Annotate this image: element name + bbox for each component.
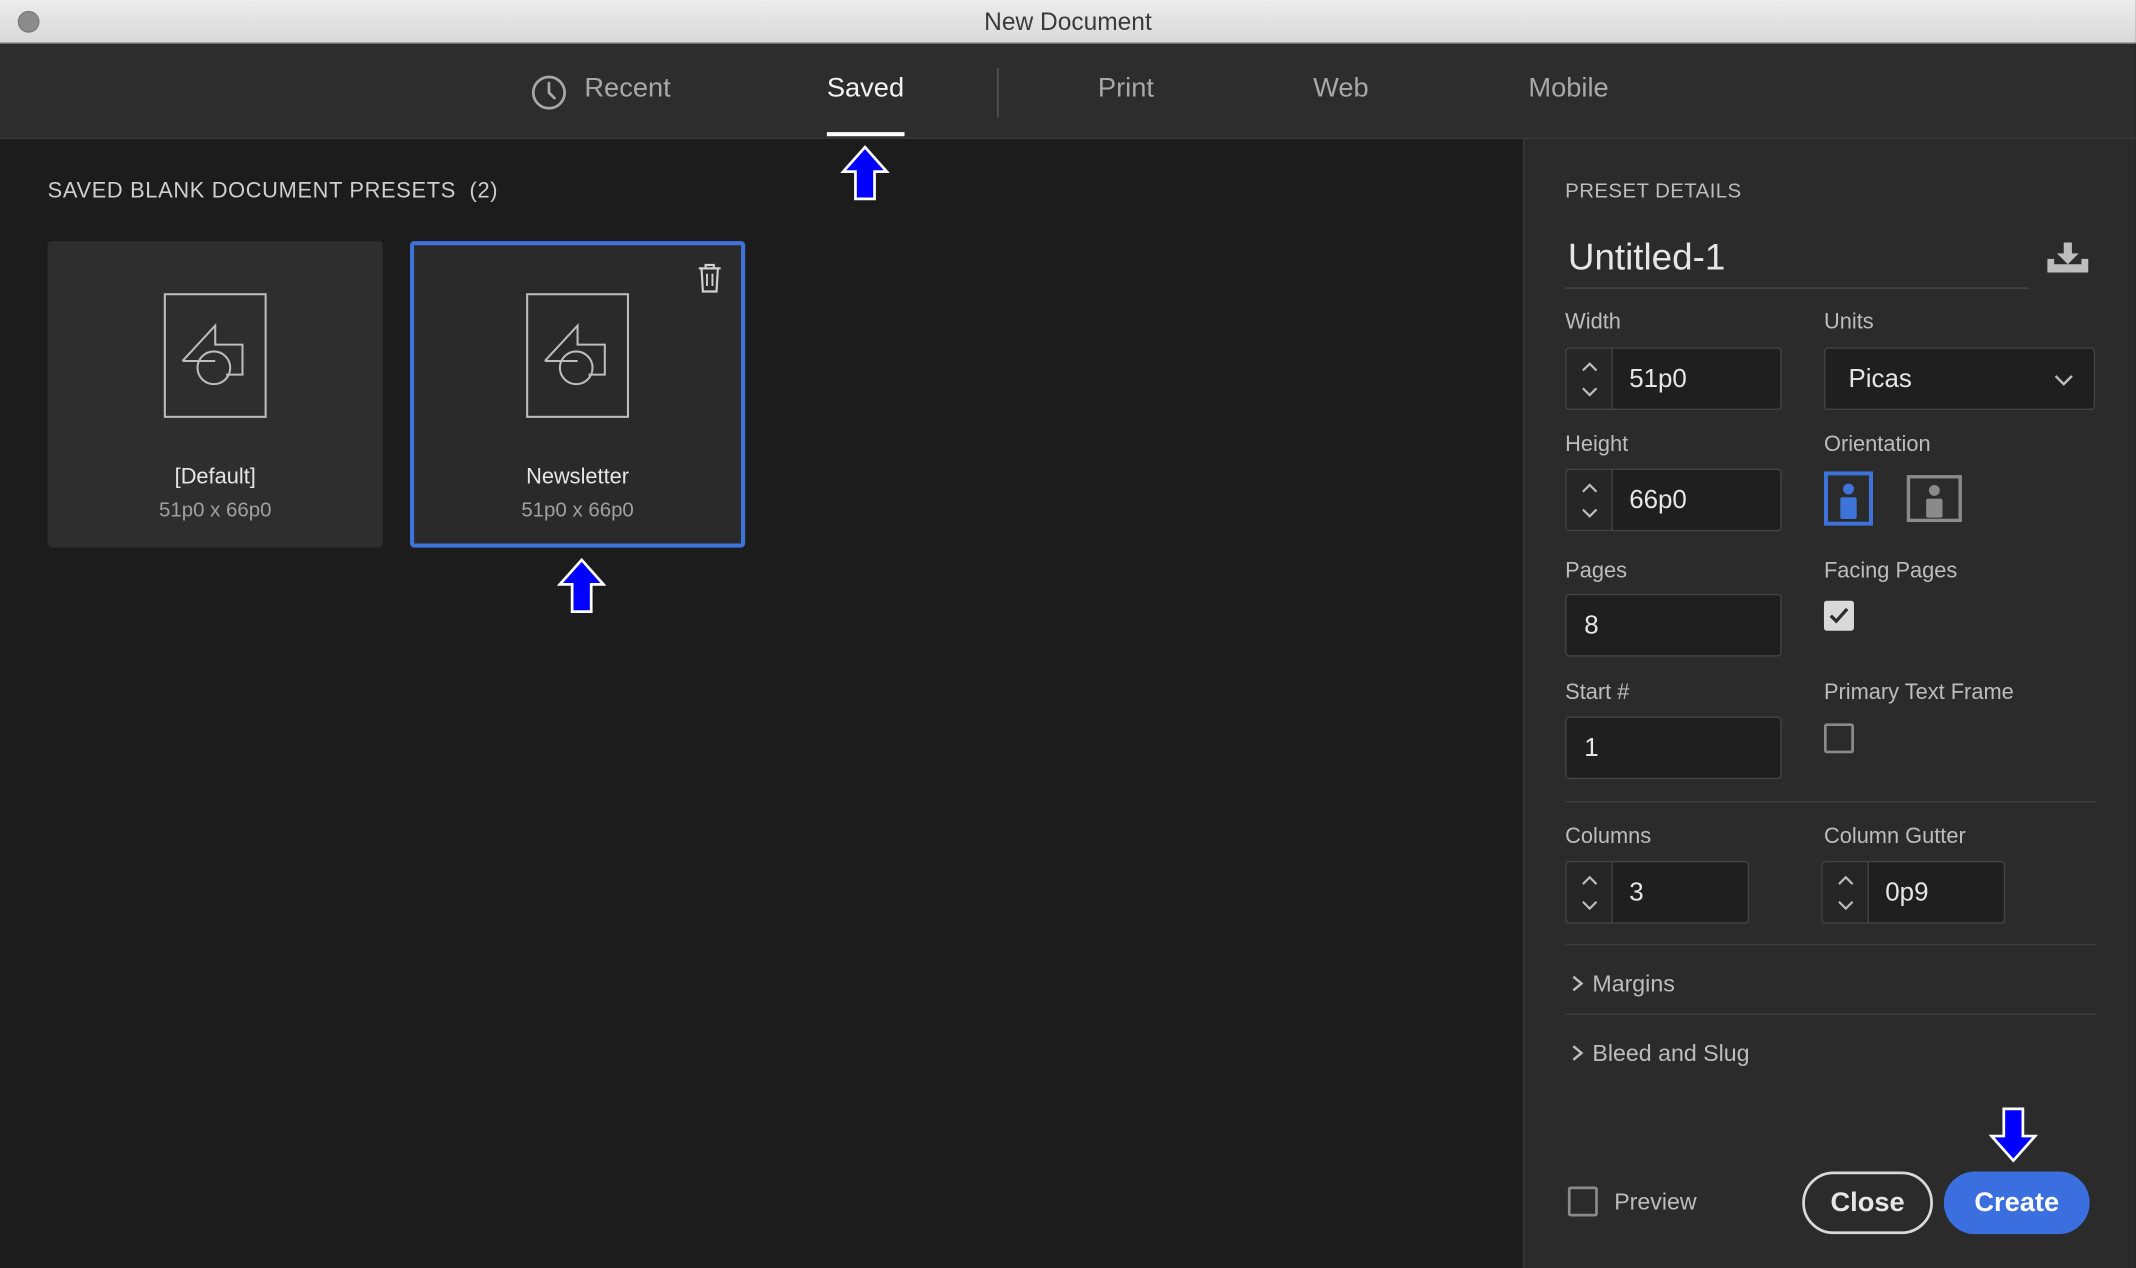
portrait-orientation-icon[interactable] (1823, 471, 1874, 526)
width-field[interactable]: 51p0 (1611, 347, 1782, 411)
width-value: 51p0 (1629, 365, 1687, 394)
units-value: Picas (1848, 365, 1912, 394)
columns-value: 3 (1629, 878, 1644, 908)
annotation-up-arrow-icon (557, 557, 607, 613)
pages-field[interactable]: 8 (1565, 593, 1782, 657)
start-page-field[interactable]: 1 (1565, 716, 1782, 780)
close-button[interactable]: Close (1802, 1171, 1933, 1235)
columns-label: Columns (1565, 825, 1652, 849)
window-title: New Document (984, 8, 1152, 36)
chevron-down-icon (2054, 375, 2073, 386)
checkmark-icon (1829, 607, 1849, 624)
chevron-down-icon[interactable] (1580, 899, 1599, 913)
preset-size: 51p0 x 66p0 (158, 498, 272, 522)
tab-web[interactable]: Web (1313, 74, 1369, 137)
chevron-up-icon[interactable] (1580, 481, 1599, 495)
margins-label: Margins (1592, 971, 1675, 998)
margins-expander[interactable]: Margins (1571, 971, 1675, 998)
height-stepper (1565, 468, 1612, 532)
chevron-up-icon[interactable] (1580, 873, 1599, 887)
facing-pages-label: Facing Pages (1823, 559, 1958, 584)
divider (1565, 1013, 2097, 1015)
columns-stepper (1565, 860, 1612, 924)
landscape-orientation-icon[interactable] (1906, 471, 1963, 525)
height-value: 66p0 (1629, 486, 1687, 515)
chevron-down-icon[interactable] (1836, 899, 1855, 913)
columns-field[interactable]: 3 (1611, 860, 1750, 924)
start-value: 1 (1584, 734, 1599, 763)
start-label: Start # (1565, 681, 1630, 705)
tab-bar: Recent Saved Print Web Mobile (0, 43, 2136, 139)
annotation-up-arrow-icon (840, 145, 890, 201)
column-gutter-field[interactable]: 0p9 (1867, 860, 2006, 924)
clock-icon (531, 75, 566, 110)
width-label: Width (1565, 310, 1621, 334)
height-label: Height (1565, 433, 1629, 457)
height-field[interactable]: 66p0 (1611, 468, 1782, 532)
preset-details-title: PRESET DETAILS (1565, 179, 1742, 203)
preset-name: [Default] (174, 465, 256, 490)
orientation-label: Orientation (1823, 433, 1931, 457)
primary-text-frame-checkbox[interactable] (1823, 723, 1854, 754)
column-gutter-stepper (1821, 860, 1868, 924)
preset-card-newsletter[interactable]: Newsletter 51p0 x 66p0 (410, 241, 746, 548)
preset-details-panel: PRESET DETAILS Width Units 51p0 Picas He… (1522, 138, 2136, 1268)
primary-text-frame-label: Primary Text Frame (1823, 681, 2014, 705)
bleed-slug-expander[interactable]: Bleed and Slug (1571, 1041, 1750, 1068)
create-button[interactable]: Create (1943, 1171, 2090, 1235)
presets-title-text: SAVED BLANK DOCUMENT PRESETS (47, 179, 456, 203)
tab-saved[interactable]: Saved (826, 74, 904, 137)
bleed-slug-label: Bleed and Slug (1592, 1040, 1750, 1067)
presets-section-title: SAVED BLANK DOCUMENT PRESETS (2) (48, 180, 499, 205)
title-bar: New Document (0, 0, 2136, 44)
chevron-up-icon[interactable] (1580, 360, 1599, 374)
annotation-down-arrow-icon (1988, 1107, 2038, 1163)
column-gutter-label: Column Gutter (1823, 825, 1966, 849)
column-gutter-value: 0p9 (1885, 878, 1929, 908)
tab-mobile[interactable]: Mobile (1528, 74, 1608, 137)
preset-size: 51p0 x 66p0 (521, 498, 634, 522)
divider (1565, 800, 2097, 803)
preview-checkbox[interactable] (1567, 1186, 1598, 1217)
units-select[interactable]: Picas (1823, 347, 2096, 411)
preset-name: Newsletter (526, 465, 630, 490)
chevron-right-icon (1572, 1045, 1584, 1061)
tab-recent[interactable]: Recent (584, 74, 670, 137)
preview-label: Preview (1614, 1189, 1697, 1216)
pages-label: Pages (1565, 559, 1627, 584)
trash-icon[interactable] (695, 262, 725, 295)
presets-count: (2) (469, 179, 499, 203)
chevron-down-icon[interactable] (1580, 507, 1599, 521)
tab-print[interactable]: Print (1098, 74, 1154, 137)
preset-name-input[interactable] (1565, 228, 2029, 289)
units-label: Units (1823, 310, 1874, 334)
facing-pages-checkbox[interactable] (1823, 600, 1854, 631)
document-shapes-icon (526, 293, 629, 418)
chevron-up-icon[interactable] (1836, 873, 1855, 887)
save-preset-icon[interactable] (2045, 240, 2091, 275)
chevron-right-icon (1572, 975, 1584, 992)
presets-panel: SAVED BLANK DOCUMENT PRESETS (2) [Default… (0, 138, 1523, 1268)
preset-card-default[interactable]: [Default] 51p0 x 66p0 (47, 241, 383, 548)
document-shapes-icon (163, 293, 267, 418)
chevron-down-icon[interactable] (1580, 386, 1599, 400)
tab-divider (997, 68, 999, 118)
divider (1565, 944, 2097, 946)
pages-value: 8 (1584, 611, 1599, 641)
width-stepper (1565, 347, 1612, 411)
